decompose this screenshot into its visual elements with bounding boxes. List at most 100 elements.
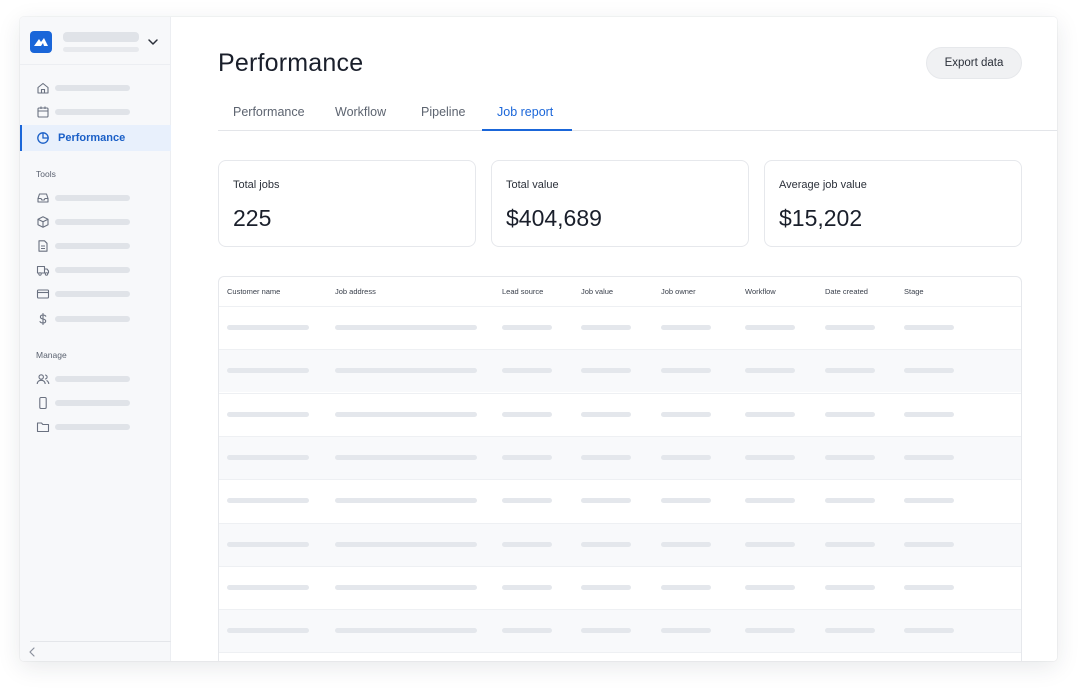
- cell-placeholder: [335, 584, 477, 590]
- cell-placeholder: [745, 325, 795, 330]
- cell-placeholder: [227, 498, 309, 504]
- cell-placeholder: [825, 541, 875, 547]
- cell-placeholder: [745, 411, 795, 417]
- row-divider: [219, 435, 1021, 437]
- box-icon: [37, 216, 49, 228]
- column-header-date-created[interactable]: Date created: [825, 287, 868, 296]
- cell-placeholder: [661, 584, 711, 590]
- row-divider: [219, 306, 1021, 307]
- dollar-icon: [39, 312, 47, 326]
- table-row[interactable]: [219, 393, 1021, 436]
- cell-placeholder: [335, 368, 477, 374]
- org-subtitle-placeholder: [63, 47, 139, 52]
- cell-placeholder: [581, 541, 631, 547]
- row-divider: [219, 609, 1021, 611]
- sidebar-item-documents[interactable]: [20, 235, 171, 257]
- export-data-button[interactable]: Export data: [926, 47, 1022, 79]
- table-row[interactable]: [219, 566, 1021, 609]
- sidebar-item-products[interactable]: [20, 211, 171, 233]
- stat-value: $15,202: [779, 205, 863, 231]
- cell-placeholder: [904, 325, 954, 330]
- cell-placeholder: [904, 368, 954, 374]
- sidebar-item-devices[interactable]: [20, 392, 171, 414]
- cell-placeholder: [745, 584, 795, 590]
- sidebar-item-home[interactable]: [20, 77, 171, 99]
- cell-placeholder: [661, 325, 711, 330]
- cell-placeholder: [335, 628, 477, 634]
- stat-label: Total jobs: [233, 179, 280, 191]
- sidebar-item-payments[interactable]: [20, 283, 171, 305]
- table-row[interactable]: [219, 435, 1021, 479]
- tab-workflow[interactable]: Workflow: [335, 105, 386, 119]
- main-content: Performance Export data Performance Work…: [171, 17, 1057, 661]
- sidebar-bottom-divider: [30, 641, 171, 642]
- table-row[interactable]: [219, 522, 1021, 566]
- cell-placeholder: [335, 498, 477, 504]
- table-row[interactable]: [219, 349, 1021, 393]
- table-row[interactable]: [219, 609, 1021, 653]
- cell-placeholder: [581, 584, 631, 590]
- chevron-down-icon[interactable]: [146, 35, 160, 49]
- cell-placeholder: [825, 584, 875, 590]
- app-window: Performance Tools Manage Performance Exp…: [20, 17, 1057, 661]
- cell-placeholder: [335, 411, 477, 417]
- column-header-workflow[interactable]: Workflow: [745, 287, 776, 296]
- tab-pipeline[interactable]: Pipeline: [421, 105, 465, 119]
- stat-label: Total value: [506, 179, 559, 191]
- sidebar-item-billing[interactable]: [20, 308, 171, 330]
- cell-placeholder: [502, 498, 552, 504]
- sidebar-item-deliveries[interactable]: [20, 259, 171, 281]
- cell-placeholder: [661, 498, 711, 504]
- tab-job-report[interactable]: Job report: [497, 105, 553, 119]
- chevron-left-icon[interactable]: [27, 646, 37, 658]
- table-row[interactable]: [219, 652, 1021, 661]
- credit-card-icon: [36, 289, 50, 299]
- column-header-job-value[interactable]: Job value: [581, 287, 613, 296]
- column-header-job-owner[interactable]: Job owner: [661, 287, 696, 296]
- cell-placeholder: [661, 628, 711, 634]
- row-divider: [219, 652, 1021, 654]
- cell-placeholder: [227, 368, 309, 374]
- stat-value: $404,689: [506, 205, 602, 231]
- cell-placeholder: [581, 498, 631, 504]
- users-icon: [36, 374, 50, 385]
- sidebar-item-files[interactable]: [20, 416, 171, 438]
- cell-placeholder: [502, 454, 552, 460]
- cell-placeholder: [904, 628, 954, 634]
- cell-placeholder: [502, 368, 552, 374]
- cell-placeholder: [581, 628, 631, 634]
- cell-placeholder: [335, 541, 477, 547]
- cell-placeholder: [227, 584, 309, 590]
- sidebar-item-team[interactable]: [20, 368, 171, 390]
- cell-placeholder: [227, 628, 309, 634]
- row-divider: [219, 392, 1021, 394]
- cell-placeholder: [904, 454, 954, 460]
- row-divider: [219, 522, 1021, 524]
- sidebar-item-performance[interactable]: Performance: [20, 125, 171, 151]
- cell-placeholder: [581, 368, 631, 374]
- column-header-customer-name[interactable]: Customer name: [227, 287, 280, 296]
- cell-placeholder: [825, 325, 875, 330]
- stat-card-total-value: Total value $404,689: [491, 160, 749, 247]
- inbox-icon: [37, 193, 49, 203]
- cell-placeholder: [825, 411, 875, 417]
- tab-performance[interactable]: Performance: [233, 105, 305, 119]
- row-divider: [219, 565, 1021, 567]
- cell-placeholder: [581, 325, 631, 330]
- column-header-lead-source[interactable]: Lead source: [502, 287, 543, 296]
- cell-placeholder: [227, 411, 309, 417]
- column-header-job-address[interactable]: Job address: [335, 287, 376, 296]
- sidebar-item-inbox[interactable]: [20, 187, 171, 209]
- cell-placeholder: [825, 628, 875, 634]
- table-row[interactable]: [219, 479, 1021, 522]
- column-header-stage[interactable]: Stage: [904, 287, 924, 296]
- stat-label: Average job value: [779, 179, 867, 191]
- cell-placeholder: [581, 411, 631, 417]
- home-icon: [37, 82, 49, 94]
- org-name-placeholder: [63, 32, 139, 42]
- sidebar-item-calendar[interactable]: [20, 101, 171, 123]
- cell-placeholder: [904, 541, 954, 547]
- table-row[interactable]: [219, 306, 1021, 349]
- cell-placeholder: [502, 325, 552, 330]
- org-switcher[interactable]: [30, 30, 160, 56]
